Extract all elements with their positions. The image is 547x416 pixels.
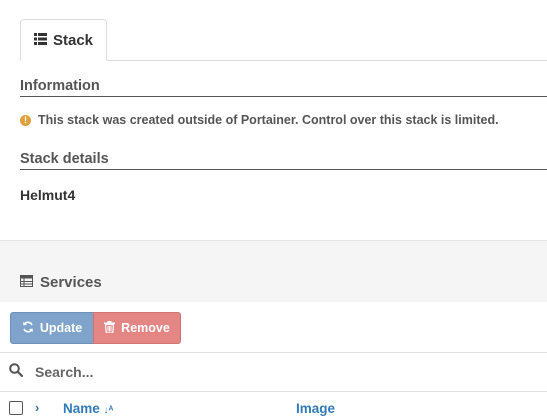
chevron-right-icon[interactable]: ›	[35, 400, 39, 415]
info-warning-text: This stack was created outside of Portai…	[38, 113, 499, 127]
services-header: Services	[0, 262, 547, 302]
stack-panel: Stack Information ! This stack was creat…	[0, 0, 547, 240]
tab-stack[interactable]: Stack	[20, 19, 107, 61]
services-search-bar	[0, 352, 547, 392]
refresh-icon	[22, 321, 34, 336]
column-image[interactable]: Image	[296, 401, 335, 416]
services-title: Services	[40, 273, 102, 291]
update-button[interactable]: Update	[10, 312, 94, 344]
search-input[interactable]	[33, 363, 517, 381]
exclamation-circle-icon: !	[20, 114, 31, 126]
column-name-label: Name	[63, 401, 100, 416]
table-icon	[20, 274, 33, 291]
services-toolbar: Update Remove	[0, 302, 547, 352]
services-table-header: › Name ↓ᴬ Image	[0, 392, 547, 416]
trash-icon	[104, 320, 116, 336]
search-icon	[9, 362, 24, 382]
sort-alpha-asc-icon: ↓ᴬ	[103, 405, 114, 416]
remove-button[interactable]: Remove	[93, 312, 181, 344]
stack-name: Helmut4	[20, 187, 76, 203]
column-name[interactable]: Name ↓ᴬ	[63, 401, 113, 416]
info-warning: ! This stack was created outside of Port…	[20, 113, 499, 127]
stack-details-title: Stack details	[20, 151, 547, 170]
section-gap	[0, 240, 547, 263]
information-title: Information	[20, 78, 547, 97]
remove-label: Remove	[121, 321, 170, 335]
tab-label: Stack	[52, 31, 94, 49]
update-label: Update	[39, 321, 83, 335]
list-icon	[33, 32, 47, 49]
select-all-checkbox[interactable]	[9, 401, 23, 415]
tab-divider	[107, 60, 547, 61]
